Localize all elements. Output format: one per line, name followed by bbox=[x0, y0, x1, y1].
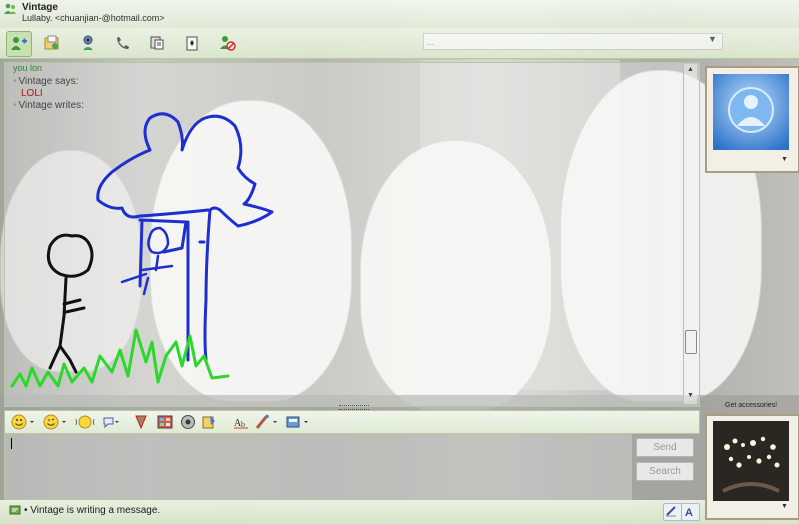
block-contact-icon bbox=[220, 36, 236, 51]
send-files-button[interactable] bbox=[40, 31, 64, 55]
games-icon bbox=[186, 36, 198, 51]
send-files-icon bbox=[44, 35, 59, 50]
video-call-button[interactable] bbox=[76, 31, 100, 55]
photo-icon[interactable] bbox=[157, 414, 173, 430]
voice-call-button[interactable] bbox=[111, 31, 135, 55]
ink-icon[interactable] bbox=[201, 414, 217, 430]
send-button[interactable]: Send bbox=[636, 438, 694, 457]
conversation-scrollbar[interactable]: ▲ ▼ bbox=[683, 64, 697, 404]
pane-splitter-handle[interactable] bbox=[339, 405, 369, 410]
my-display-picture bbox=[713, 421, 789, 501]
voice-clip-icon[interactable] bbox=[101, 414, 119, 430]
typing-pencil-icon bbox=[9, 505, 21, 515]
text-mode-button[interactable]: A bbox=[681, 503, 700, 521]
contact-name: Vintage bbox=[22, 2, 58, 13]
my-avatar-frame[interactable]: ▼ bbox=[705, 414, 799, 520]
search-button[interactable]: Search bbox=[636, 462, 694, 481]
ink-stroke-blue bbox=[143, 112, 274, 362]
avatar-menu-chevron-icon[interactable]: ▼ bbox=[781, 156, 788, 163]
chevron-down-icon: ▼ bbox=[708, 34, 717, 44]
text-caret bbox=[11, 438, 12, 449]
default-user-icon bbox=[713, 74, 789, 150]
my-avatar-menu-chevron-icon[interactable]: ▼ bbox=[781, 503, 788, 510]
pen-icon bbox=[666, 506, 676, 517]
title-bar: Vintage Lullaby. <chuanjian-@hotmail.com… bbox=[0, 0, 799, 28]
games-button[interactable] bbox=[180, 31, 204, 55]
ink-stroke-blue bbox=[147, 226, 170, 255]
scroll-down-icon[interactable]: ▼ bbox=[687, 392, 694, 399]
handwriting-mode-button[interactable] bbox=[663, 503, 682, 521]
wink-icon[interactable] bbox=[43, 414, 69, 430]
invite-contact-icon bbox=[11, 37, 27, 50]
handwriting-icon[interactable] bbox=[286, 414, 312, 430]
message-input[interactable] bbox=[4, 432, 632, 500]
format-toolbar: A b bbox=[4, 410, 700, 434]
ink-stroke-blue bbox=[120, 254, 174, 296]
text-a-icon: A bbox=[685, 507, 693, 519]
msn-buddy-icon bbox=[4, 3, 16, 14]
background-address-field: ... bbox=[423, 33, 723, 50]
video-call-icon bbox=[83, 35, 93, 50]
get-accessories-link[interactable]: Get accessories! bbox=[725, 402, 777, 409]
handwritten-ink-drawing bbox=[10, 112, 274, 388]
nudge-icon[interactable] bbox=[75, 414, 95, 430]
emoticon-icon[interactable] bbox=[11, 414, 37, 430]
activities-icon bbox=[150, 36, 164, 50]
contact-avatar[interactable] bbox=[713, 74, 789, 150]
font-icon[interactable]: A b bbox=[233, 414, 249, 430]
invite-contact-button[interactable] bbox=[6, 31, 32, 57]
status-bar: • Vintage is writing a message. A bbox=[0, 500, 799, 524]
typing-status-text: • Vintage is writing a message. bbox=[24, 505, 161, 516]
contact-avatar-frame[interactable]: ▼ bbox=[705, 66, 799, 173]
ink-stroke-blue bbox=[96, 148, 210, 219]
svg-text:A: A bbox=[685, 507, 693, 518]
ink-stroke-green bbox=[10, 328, 230, 388]
my-avatar[interactable] bbox=[713, 421, 789, 501]
background-icon[interactable] bbox=[133, 414, 149, 430]
voice-call-icon bbox=[117, 37, 129, 49]
main-toolbar: ... ▼ bbox=[0, 28, 799, 59]
ink-stroke-black bbox=[46, 233, 94, 278]
gift-icon[interactable] bbox=[180, 414, 196, 430]
ink-stroke-black bbox=[48, 276, 86, 374]
scroll-up-icon[interactable]: ▲ bbox=[687, 66, 694, 73]
contact-subtitle: Lullaby. <chuanjian-@hotmail.com> bbox=[22, 13, 165, 23]
activities-button[interactable] bbox=[145, 31, 169, 55]
scrollbar-thumb[interactable] bbox=[685, 330, 697, 354]
brush-icon[interactable] bbox=[255, 414, 281, 430]
block-contact-button[interactable] bbox=[215, 31, 239, 55]
